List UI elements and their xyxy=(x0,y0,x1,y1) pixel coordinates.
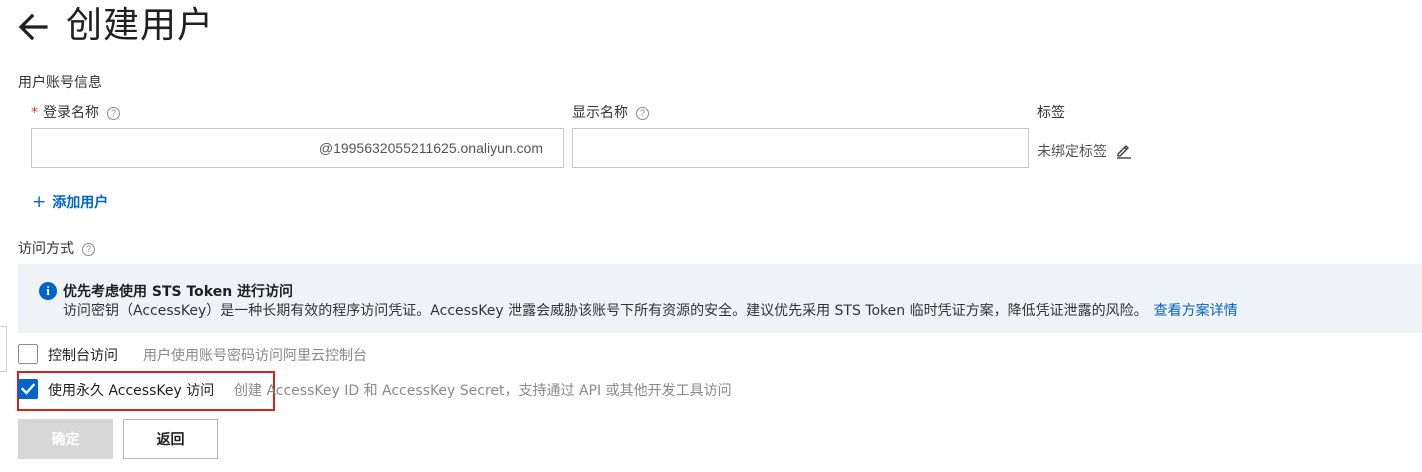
console-access-description: 用户使用账号密码访问阿里云控制台 xyxy=(143,348,367,364)
required-mark: * xyxy=(31,105,38,121)
accesskey-access-checkbox[interactable] xyxy=(18,379,38,399)
tags-label: 标签 xyxy=(1037,105,1065,121)
display-name-label: 显示名称? xyxy=(572,102,649,122)
access-title-text: 访问方式 xyxy=(18,241,74,257)
accesskey-access-description: 创建 AccessKey ID 和 AccessKey Secret，支持通过 … xyxy=(234,383,732,399)
login-name-input[interactable]: @1995632055211625.onaliyun.com xyxy=(31,128,564,168)
login-name-label-text: 登录名称 xyxy=(43,105,99,121)
login-name-suffix: @1995632055211625.onaliyun.com xyxy=(318,140,543,156)
notice-title: 优先考虑使用 STS Token 进行访问 xyxy=(63,284,294,300)
help-icon[interactable]: ? xyxy=(107,107,120,120)
help-icon[interactable]: ? xyxy=(636,107,649,120)
edit-icon[interactable] xyxy=(1115,141,1133,159)
login-name-label: * 登录名称? xyxy=(31,102,120,122)
notice-body-text: 访问密钥（AccessKey）是一种长期有效的程序访问凭证。AccessKey … xyxy=(63,303,1148,319)
info-icon: i xyxy=(39,282,57,300)
view-solution-link[interactable]: 查看方案详情 xyxy=(1154,303,1238,319)
add-user-button[interactable]: + 添加用户 xyxy=(32,192,108,212)
checkmark-icon xyxy=(20,383,36,395)
display-name-label-text: 显示名称 xyxy=(572,105,628,121)
console-access-label[interactable]: 控制台访问 xyxy=(48,345,118,365)
page-title: 创建用户 xyxy=(66,5,215,46)
back-button[interactable]: 返回 xyxy=(123,419,218,459)
section-title-access: 访问方式? xyxy=(18,238,95,258)
notice-body: 访问密钥（AccessKey）是一种长期有效的程序访问凭证。AccessKey … xyxy=(63,300,1238,320)
side-panel-handle[interactable] xyxy=(0,326,7,372)
arrow-left-icon[interactable] xyxy=(16,10,50,44)
tags-value: 未绑定标签 xyxy=(1037,144,1107,160)
confirm-button[interactable]: 确定 xyxy=(18,419,113,459)
help-icon[interactable]: ? xyxy=(82,243,95,256)
section-title-account: 用户账号信息 xyxy=(18,75,102,91)
plus-icon: + xyxy=(32,192,47,212)
accesskey-access-label[interactable]: 使用永久 AccessKey 访问 xyxy=(48,380,214,400)
display-name-input[interactable] xyxy=(572,128,1029,168)
add-user-label: 添加用户 xyxy=(52,195,109,211)
console-access-checkbox[interactable] xyxy=(18,344,38,364)
